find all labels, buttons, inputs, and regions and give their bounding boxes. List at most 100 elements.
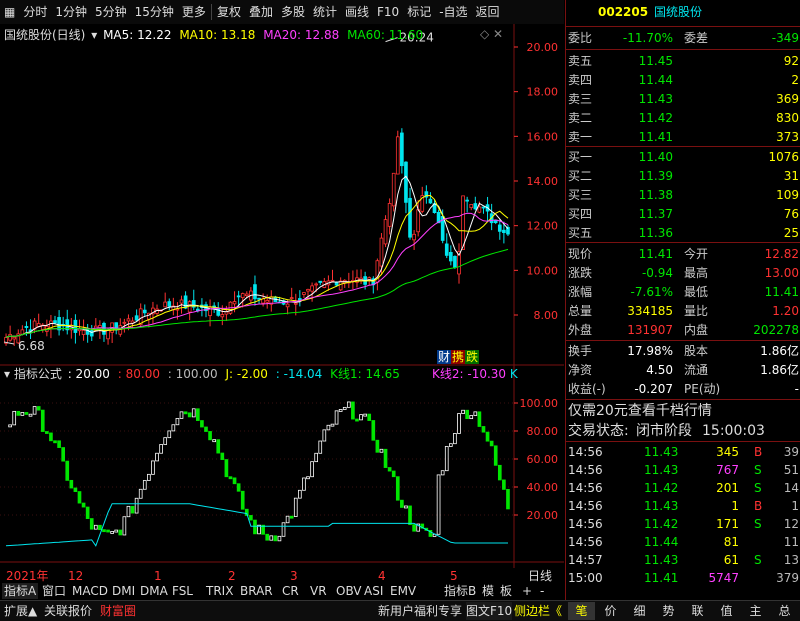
indicator-bar — [36, 406, 41, 411]
tick-row: 15:00 11.41 5747 379 — [566, 569, 800, 587]
quote-tab[interactable]: 主 — [742, 602, 769, 620]
candle-body — [187, 301, 192, 313]
fundamental-value: - — [794, 382, 799, 396]
kline-chart[interactable]: 20.00 18.00 16.00 14.00 12.00 10.00 8.00 100.00… — [0, 24, 564, 568]
indicator-tab[interactable]: 板 — [498, 583, 514, 599]
indicator-tab[interactable]: 模 — [480, 583, 496, 599]
indicator-bar — [196, 408, 200, 421]
remove-indicator-icon[interactable]: - — [538, 583, 546, 599]
ask-label: 卖五 — [568, 54, 593, 68]
tick-volume: 5747 — [708, 571, 739, 585]
chart-area[interactable]: 20.00 18.00 16.00 14.00 12.00 10.00 8.00 100.00… — [0, 24, 564, 568]
indicator-header: ▾ 指标公式 : 20.00 : 80.00 : 100.00 J: -2.00… — [4, 366, 400, 382]
indicator-bar — [310, 461, 314, 478]
indicator-tab[interactable]: BRAR — [238, 583, 275, 599]
indicator-tab[interactable]: MACD — [70, 583, 110, 599]
add-indicator-icon[interactable]: + — [520, 583, 534, 599]
date-axis-label: 4 — [378, 569, 386, 583]
indicator-bar — [375, 439, 380, 453]
f10-button[interactable]: 图文F10 — [466, 602, 513, 620]
indicator-bar — [77, 491, 82, 504]
grid-icon[interactable]: ▦ — [0, 2, 19, 22]
indicator-bar — [453, 433, 457, 445]
ask-label: 卖一 — [568, 130, 593, 144]
indicator-bar — [489, 440, 494, 447]
indicator-bar — [236, 483, 241, 492]
indicator-bar — [40, 409, 45, 432]
toolbar-button-intraday[interactable]: 分时 — [19, 2, 51, 22]
chevron-down-icon[interactable]: ▾ — [4, 367, 10, 381]
promo-banner[interactable]: 仅需20元查看千档行情 — [566, 401, 800, 421]
finance-badge[interactable]: 财 — [437, 350, 452, 364]
quote-tab[interactable]: 笔 — [568, 602, 595, 620]
quote-tab[interactable]: 势 — [655, 602, 682, 620]
period-label[interactable]: 日线 — [526, 568, 554, 584]
toolbar-button-multi[interactable]: 多股 — [277, 2, 309, 22]
toolbar-button-5min[interactable]: 5分钟 — [91, 2, 131, 22]
indicator-tab[interactable]: DMI — [110, 583, 137, 599]
indicator-tab[interactable]: DMA — [138, 583, 170, 599]
new-user-promo-link[interactable]: 新用户福利专享 — [378, 602, 462, 620]
indicator-bar — [110, 531, 114, 534]
event-badges[interactable]: 财携跌 — [437, 348, 480, 365]
tick-time: 14:56 — [568, 463, 603, 477]
wealth-circle-button[interactable]: 财富圈 — [100, 602, 136, 620]
indicator-tab[interactable]: EMV — [388, 583, 418, 599]
tick-volume: 81 — [723, 535, 739, 549]
toolbar-button-more[interactable]: 更多 — [178, 2, 210, 22]
toolbar-button-back[interactable]: 返回 — [472, 2, 504, 22]
candle-body — [306, 288, 310, 292]
quote-tab[interactable]: 价 — [597, 602, 624, 620]
toolbar-button-mark[interactable]: 标记 — [403, 2, 435, 22]
sidebar-toggle[interactable]: 侧边栏《 — [514, 602, 562, 620]
indicator-title[interactable]: 指标公式 — [14, 367, 62, 381]
indicator-bar — [89, 518, 94, 530]
stat-value: 334185 — [627, 304, 673, 318]
indicator-bar — [179, 411, 184, 419]
quote-tab[interactable]: 值 — [713, 602, 740, 620]
indicator-bar — [212, 439, 216, 443]
trade-status-row: 交易状态: 闭市阶段 15:00:03 — [566, 421, 800, 441]
indicator-tab[interactable]: FSL — [170, 583, 195, 599]
quote-tab[interactable]: 联 — [684, 602, 711, 620]
indicator-bar — [314, 452, 318, 463]
toolbar-button-1min[interactable]: 1分钟 — [51, 2, 91, 22]
drop-badge[interactable]: 跌 — [465, 350, 480, 364]
fundamental-value: 1.86亿 — [760, 363, 799, 377]
candle-body — [179, 299, 184, 304]
fundamental-row: 换手 17.98% 股本 1.86亿 — [566, 341, 800, 361]
candle-body — [142, 309, 147, 314]
indicator-tab[interactable]: VR — [308, 583, 329, 599]
indicator-tab[interactable]: 指标A — [2, 583, 39, 599]
toolbar-button-draw[interactable]: 画线 — [341, 2, 373, 22]
toolbar-button-watchlist[interactable]: -自选 — [435, 2, 471, 22]
related-quotes-button[interactable]: 关联报价 — [44, 602, 92, 620]
indicator-tab[interactable]: ASI — [362, 583, 385, 599]
toolbar-button-overlay[interactable]: 叠加 — [245, 2, 277, 22]
bid-volume: 1076 — [768, 150, 799, 164]
chart-expand-icons[interactable]: ◇ ✕ — [480, 27, 503, 41]
toolbar-button-adjust[interactable]: 复权 — [213, 2, 245, 22]
quote-tab[interactable]: 总 — [771, 602, 798, 620]
fundamental-value: 1.86亿 — [760, 344, 799, 358]
news-badge[interactable]: 携 — [451, 350, 466, 364]
toolbar-button-15min[interactable]: 15分钟 — [131, 2, 178, 22]
quote-tab[interactable]: 细 — [626, 602, 653, 620]
indicator-tab[interactable]: CR — [280, 583, 301, 599]
date-axis-label: 3 — [290, 569, 298, 583]
expand-button[interactable]: 扩展▲ — [4, 602, 37, 620]
indicator-tab[interactable]: TRIX — [204, 583, 235, 599]
indicator-bar — [187, 412, 192, 418]
indicator-bar — [330, 423, 335, 427]
tick-time: 14:56 — [568, 535, 603, 549]
stat-row: 外盘 131907 内盘 202278 — [566, 320, 800, 340]
chevron-down-icon[interactable]: ▾ — [91, 28, 97, 42]
toolbar-button-stats[interactable]: 统计 — [309, 2, 341, 22]
indicator-tab[interactable]: 指标B — [442, 583, 478, 599]
toolbar-button-f10[interactable]: F10 — [373, 2, 403, 22]
indicator-tab[interactable]: OBV — [334, 583, 364, 599]
indicator-bar — [293, 497, 298, 517]
promo-text[interactable]: 仅需20元查看千档行情 — [568, 401, 712, 421]
indicator-tab[interactable]: 窗口 — [40, 583, 68, 599]
weibi-row: 委比 -11.70% 委差 -349 — [566, 28, 800, 48]
